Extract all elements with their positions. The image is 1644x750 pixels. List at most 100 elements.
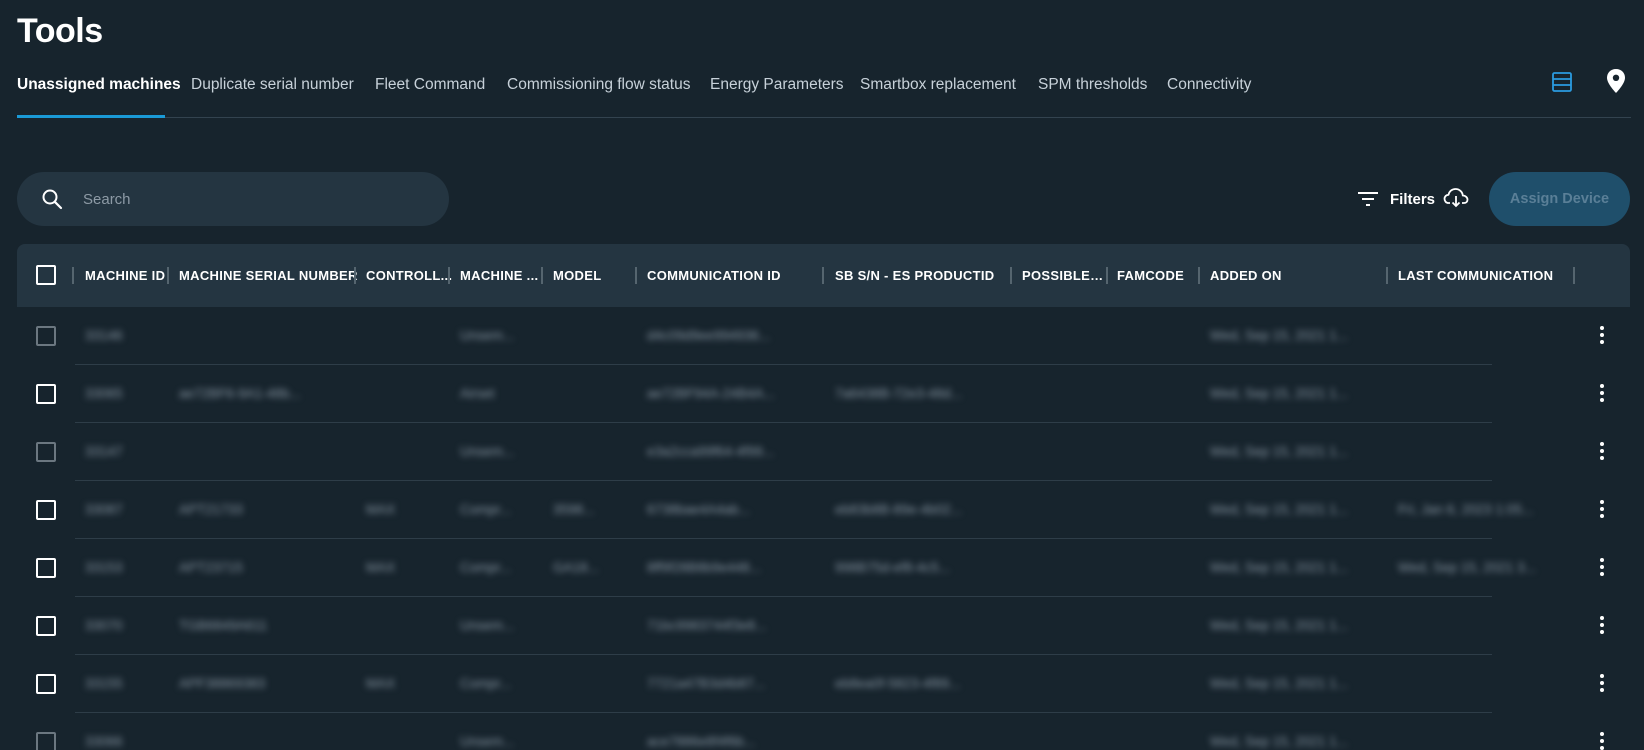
table-cell xyxy=(553,655,628,713)
table-cell: 33153 xyxy=(85,560,123,575)
row-more-options-icon[interactable] xyxy=(1595,500,1609,520)
table-cell: MAX xyxy=(366,560,396,575)
column-header-added-on[interactable]: ADDED ON xyxy=(1210,244,1380,307)
table-cell xyxy=(1022,713,1102,750)
table-row[interactable]: 33147 Unsem... e3a2cca99f64-4f99... Wed, Se… xyxy=(17,423,1630,481)
cloud-download-icon[interactable] xyxy=(1443,186,1469,208)
table-cell xyxy=(1022,423,1102,481)
table-cell: eb8ea0f-5823-4f89... xyxy=(835,676,961,691)
column-header-machine-serial-number[interactable]: MACHINE SERIAL NUMBER xyxy=(179,244,359,307)
table-cell: eb83b8B-89e-4b02... xyxy=(835,502,962,517)
tab-duplicate-serial-number[interactable]: Duplicate serial number xyxy=(191,76,354,94)
table-row[interactable]: 33155 APF38869383 MAX Compr... 7721a47B3d4b8… xyxy=(17,655,1630,713)
table-cell: 998B75d-ef8-4c5... xyxy=(835,560,950,575)
table-row[interactable]: 33146 Unsem... d4c09d9ee994936... Wed, Sep … xyxy=(17,307,1630,365)
table-cell: Fri, Jan 6, 2023 1:05... xyxy=(1398,502,1534,517)
tab-connectivity[interactable]: Connectivity xyxy=(1167,76,1251,94)
table-cell: Airset xyxy=(460,386,495,401)
table-cell xyxy=(1117,539,1192,597)
table-cell: APT21733 xyxy=(179,502,243,517)
tab-smartbox-replacement[interactable]: Smartbox replacement xyxy=(860,76,1016,94)
filters-button[interactable]: Filters xyxy=(1357,185,1435,213)
table-row[interactable]: 33065 ae72BF6-9A1-48b... Airset ae72BF94A-2… xyxy=(17,365,1630,423)
select-all-checkbox[interactable] xyxy=(36,265,56,285)
search-box[interactable] xyxy=(17,172,449,226)
row-more-options-icon[interactable] xyxy=(1595,616,1609,636)
row-more-options-icon[interactable] xyxy=(1595,674,1609,694)
table-row[interactable]: 33087 APT21733 MAX Compr... 3598... 6738bae4A… xyxy=(17,481,1630,539)
tab-energy-parameters[interactable]: Energy Parameters xyxy=(710,76,844,94)
column-header-famcode[interactable]: FAMCODE xyxy=(1117,244,1197,307)
row-checkbox[interactable] xyxy=(36,674,56,694)
table-cell xyxy=(366,597,441,655)
table-cell xyxy=(1022,655,1102,713)
table-cell: Wed, Sep 15, 2021 1... xyxy=(1210,560,1348,575)
column-header-machine-type[interactable]: MACHINE ... xyxy=(460,244,550,307)
table-cell xyxy=(835,713,1000,750)
table-cell xyxy=(835,307,1000,365)
table-cell: 6738bae4A4ab... xyxy=(647,502,750,517)
row-checkbox[interactable] xyxy=(36,384,56,404)
table-cell: ae72BF6-9A1-48b... xyxy=(179,386,301,401)
row-more-options-icon[interactable] xyxy=(1595,558,1609,578)
row-checkbox[interactable] xyxy=(36,326,56,346)
table-cell: Unsem... xyxy=(460,328,515,343)
row-checkbox[interactable] xyxy=(36,558,56,578)
row-more-options-icon[interactable] xyxy=(1595,384,1609,404)
table-cell xyxy=(553,423,628,481)
table-cell: 33087 xyxy=(85,502,123,517)
tab-spm-thresholds[interactable]: SPM thresholds xyxy=(1038,76,1147,94)
search-input[interactable] xyxy=(83,172,423,226)
table-cell xyxy=(553,365,628,423)
table-row[interactable]: 33066 Unsem... ace7886e8f4f6b... Wed, Sep 1… xyxy=(17,713,1630,750)
table-cell xyxy=(1022,365,1102,423)
column-header-sb-sn-es-productid[interactable]: SB S/N - ES PRODUCTID xyxy=(835,244,1010,307)
page-title: Tools xyxy=(17,12,103,50)
row-checkbox[interactable] xyxy=(36,500,56,520)
tab-unassigned-machines[interactable]: Unassigned machines xyxy=(17,76,181,94)
row-checkbox[interactable] xyxy=(36,616,56,636)
table-cell xyxy=(179,423,349,481)
row-checkbox[interactable] xyxy=(36,732,56,750)
table-cell: e3a2cca99f64-4f99... xyxy=(647,444,774,459)
table-cell xyxy=(366,713,441,750)
table-cell xyxy=(1117,597,1192,655)
row-more-options-icon[interactable] xyxy=(1595,326,1609,346)
column-header-controller[interactable]: CONTROLL... xyxy=(366,244,456,307)
table-cell: ace7886e8f4f6b... xyxy=(647,734,756,749)
tab-commissioning-flow-status[interactable]: Commissioning flow status xyxy=(507,76,690,94)
row-more-options-icon[interactable] xyxy=(1595,732,1609,750)
list-view-icon[interactable] xyxy=(1551,71,1573,93)
table-cell xyxy=(553,713,628,750)
table-cell xyxy=(835,597,1000,655)
column-header-possible[interactable]: POSSIBLEL... xyxy=(1022,244,1109,307)
table-cell xyxy=(1398,307,1563,365)
column-separator xyxy=(1573,267,1575,284)
column-header-model[interactable]: MODEL xyxy=(553,244,633,307)
row-checkbox[interactable] xyxy=(36,442,56,462)
assign-device-button[interactable]: Assign Device xyxy=(1489,172,1630,226)
table-cell xyxy=(1117,713,1192,750)
table-cell xyxy=(1398,655,1563,713)
table-cell: 33147 xyxy=(85,444,123,459)
table-cell: Unsem... xyxy=(460,444,515,459)
machines-table: MACHINE ID MACHINE SERIAL NUMBER CONTROL… xyxy=(17,244,1630,750)
active-tab-indicator xyxy=(17,115,165,118)
row-more-options-icon[interactable] xyxy=(1595,442,1609,462)
column-header-last-communication[interactable]: LAST COMMUNICATION xyxy=(1398,244,1573,307)
table-cell xyxy=(179,713,349,750)
table-cell: 33155 xyxy=(85,676,123,691)
table-cell xyxy=(366,423,441,481)
table-row[interactable]: 33070 TGB6849A611 Unsem... 71bc9983744f3e8.… xyxy=(17,597,1630,655)
column-separator xyxy=(354,267,356,284)
location-pin-icon[interactable] xyxy=(1605,68,1627,94)
tab-fleet-command[interactable]: Fleet Command xyxy=(375,76,485,94)
table-cell: Wed, Sep 15, 2021 1... xyxy=(1210,618,1348,633)
table-cell: 7721a47B3d4b87... xyxy=(647,676,765,691)
column-header-machine-id[interactable]: MACHINE ID xyxy=(85,244,175,307)
table-cell: Wed, Sep 15, 2021 1... xyxy=(1210,386,1348,401)
table-cell xyxy=(1117,481,1192,539)
column-separator xyxy=(448,267,450,284)
table-row[interactable]: 33153 APT23715 MAX Compr... GA18... 8ff9f28B8… xyxy=(17,539,1630,597)
column-header-communication-id[interactable]: COMMUNICATION ID xyxy=(647,244,817,307)
